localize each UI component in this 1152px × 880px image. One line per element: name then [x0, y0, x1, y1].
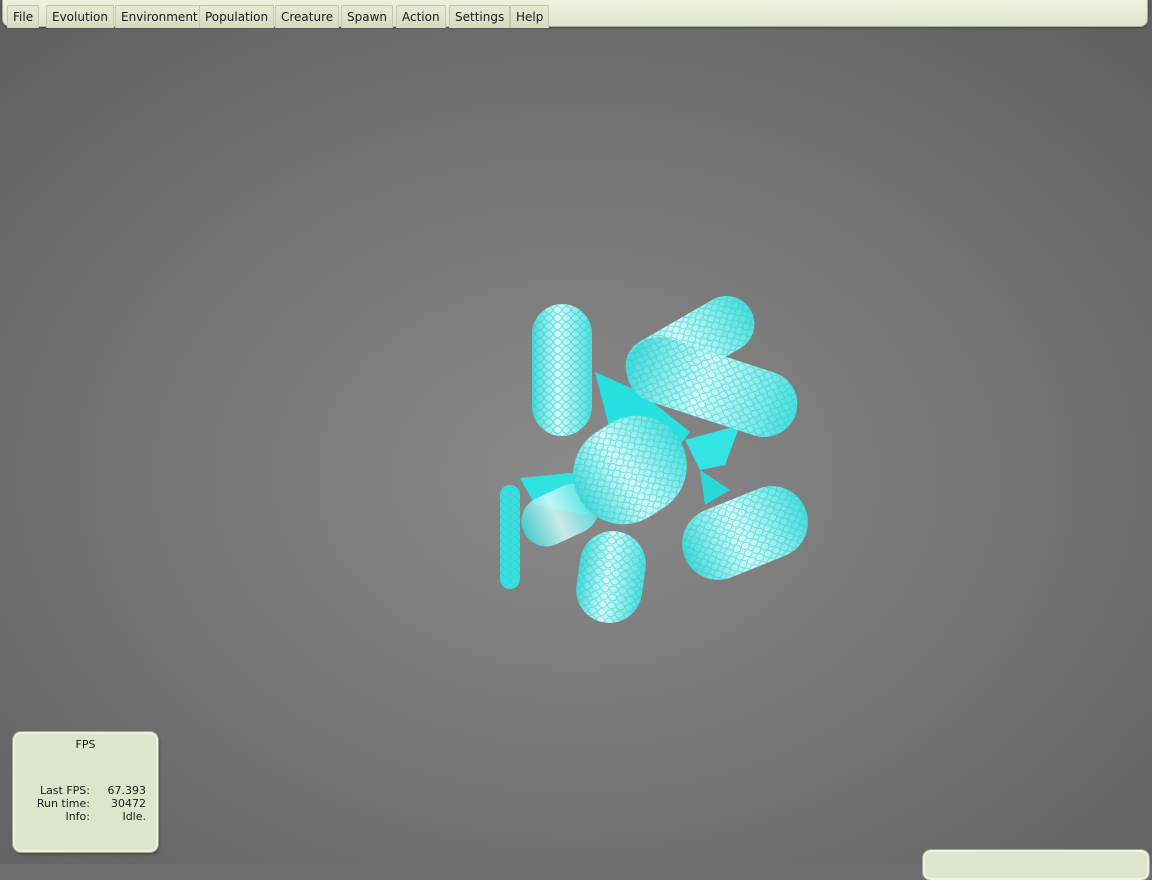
fps-panel-title: FPS — [75, 738, 96, 751]
simulation-scene[interactable] — [0, 0, 1152, 864]
menu-file[interactable]: File — [7, 5, 40, 28]
menu-creature[interactable]: Creature — [275, 5, 340, 28]
menu-environment[interactable]: Environment — [115, 5, 204, 28]
fps-row-run-time: Run time: 30472 — [15, 797, 156, 810]
menu-bar: File Evolution Environment Population Cr… — [2, 0, 1148, 28]
fps-label: Last FPS: — [39, 784, 90, 797]
fps-value: Idle. — [122, 810, 146, 823]
fps-value: 67.393 — [107, 784, 147, 797]
menu-settings[interactable]: Settings — [449, 5, 511, 28]
3d-viewport[interactable] — [0, 0, 1152, 864]
menu-help[interactable]: Help — [510, 5, 550, 28]
fps-label: Info: — [65, 810, 90, 823]
fps-row-info: Info: Idle. — [15, 810, 156, 823]
bottom-right-panel[interactable] — [923, 850, 1149, 880]
fps-row-last-fps: Last FPS: 67.393 — [15, 784, 156, 797]
fps-value: 30472 — [111, 797, 146, 810]
fps-label: Run time: — [36, 797, 90, 810]
menu-action[interactable]: Action — [396, 5, 446, 28]
fps-panel[interactable]: FPS Last FPS: 67.393 Run time: 30472 Inf… — [13, 732, 158, 852]
menu-evolution[interactable]: Evolution — [46, 5, 114, 28]
menu-population[interactable]: Population — [199, 5, 275, 28]
menu-spawn[interactable]: Spawn — [341, 5, 394, 28]
